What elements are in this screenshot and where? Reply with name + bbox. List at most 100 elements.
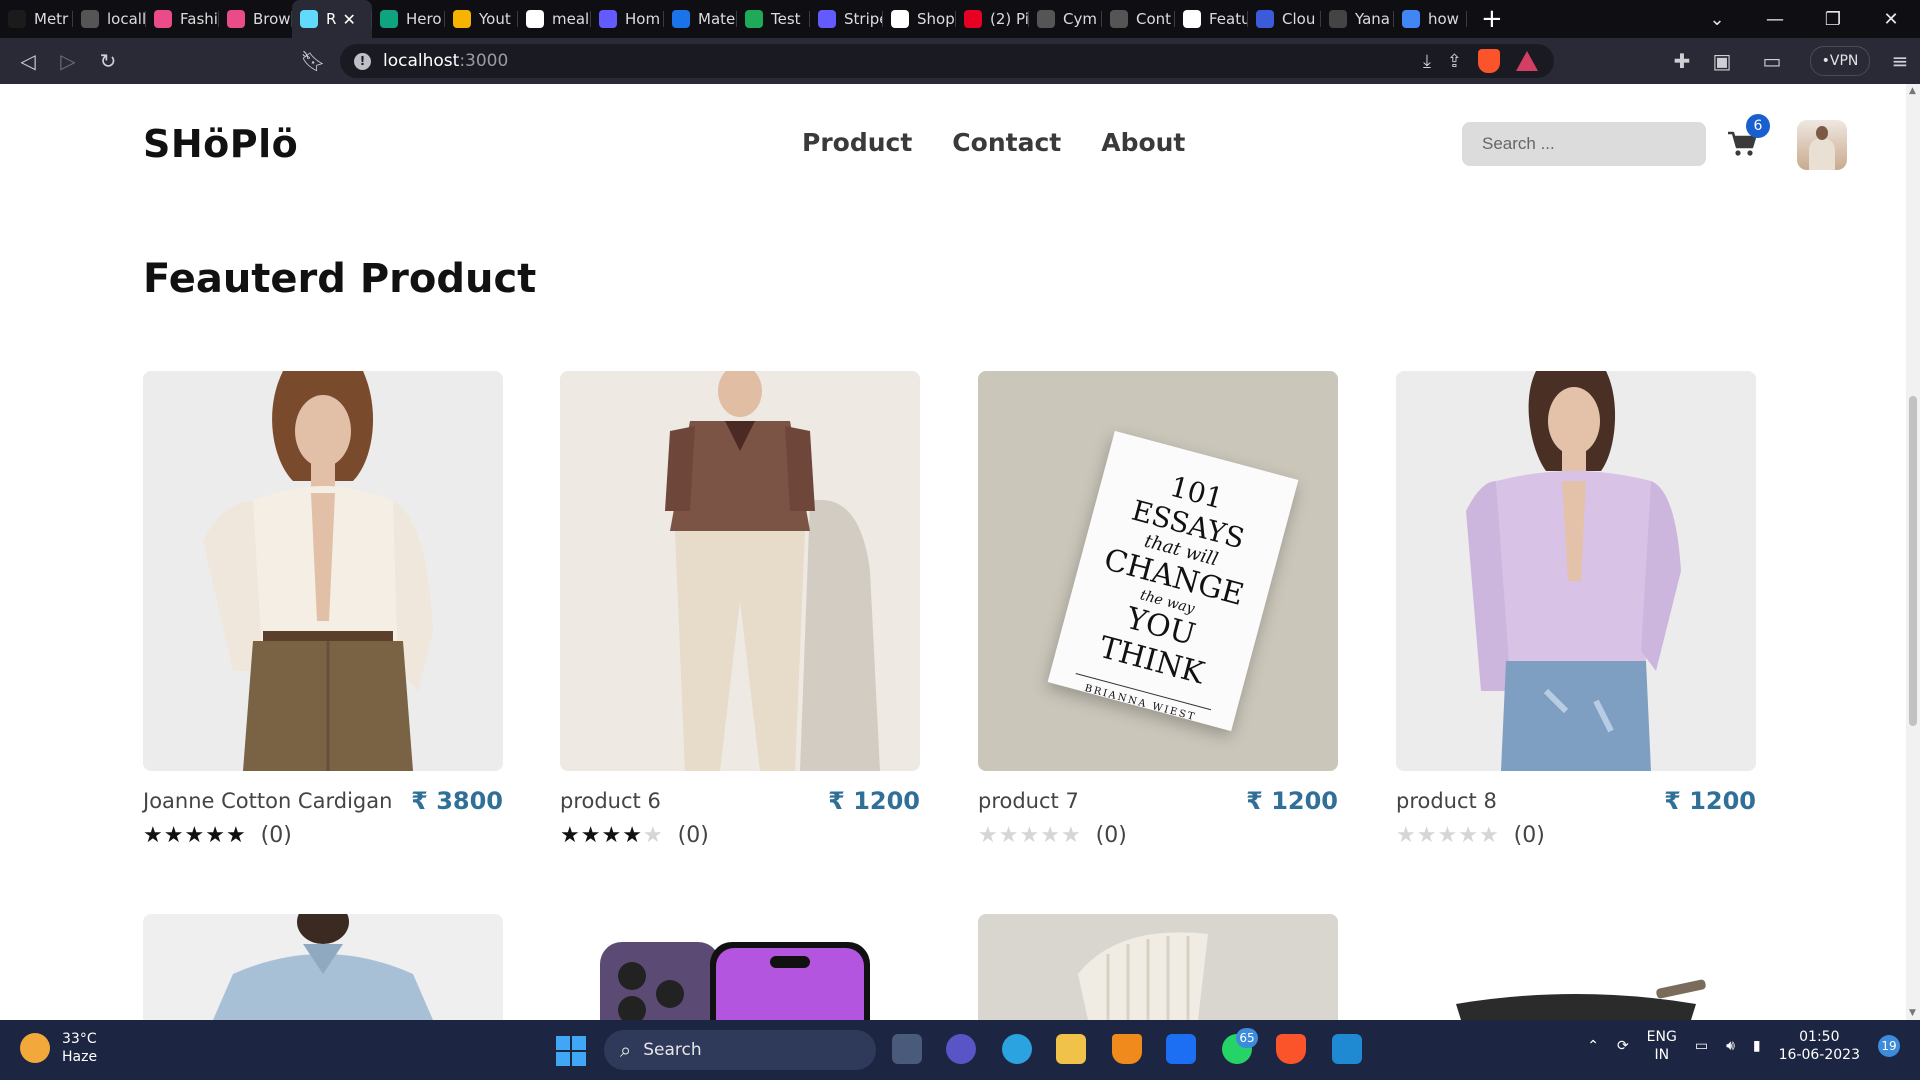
sync-icon[interactable]: ⟳ [1617, 1038, 1629, 1054]
file-explorer-icon[interactable] [1056, 1034, 1086, 1064]
tab-favicon-icon [526, 10, 544, 28]
product-name[interactable]: Joanne Cotton Cardigan [143, 789, 392, 813]
product-image-cardigan[interactable] [143, 371, 503, 771]
notification-badge[interactable]: 19 [1878, 1035, 1900, 1057]
sidebar-icon[interactable]: ▣ [1702, 49, 1742, 73]
tab-close-icon[interactable]: ✕ [342, 10, 355, 29]
show-hidden-icons-chevron-icon[interactable]: ⌃ [1587, 1038, 1599, 1054]
scrollbar-thumb[interactable] [1909, 396, 1917, 726]
system-clock[interactable]: 01:50 16-06-2023 [1779, 1028, 1860, 1064]
windows-start-icon[interactable] [556, 1036, 586, 1066]
telegram-icon[interactable] [1002, 1034, 1032, 1064]
product-card[interactable]: Joanne Cotton Cardigan ₹ 3800 ★★★★★ (0) [143, 371, 503, 848]
scroll-up-arrow-icon[interactable]: ▲ [1909, 86, 1916, 96]
star-filled-icon: ★ [205, 823, 226, 848]
language-indicator[interactable]: ENG IN [1647, 1028, 1677, 1064]
page-scrollbar[interactable]: ▲ ▼ [1906, 84, 1920, 1020]
browser-tab[interactable]: Yana [1321, 0, 1394, 38]
extensions-icon[interactable]: ✚ [1662, 49, 1702, 73]
taskbar-search[interactable]: ⌕ Search [604, 1030, 876, 1070]
vlc-icon[interactable] [1112, 1034, 1142, 1064]
browser-tab[interactable]: Metr [0, 0, 73, 38]
share-icon[interactable]: ⇪ [1447, 51, 1462, 72]
tab-favicon-icon [1183, 10, 1201, 28]
browser-tab[interactable]: Fashi [146, 0, 219, 38]
product-image-blue-shirt[interactable] [143, 914, 503, 1020]
reload-button[interactable]: ↻ [88, 49, 128, 73]
browser-tab[interactable]: Featu [1175, 0, 1248, 38]
dropbox-icon[interactable] [1166, 1034, 1196, 1064]
product-card[interactable]: product 8 ₹ 1200 ★★★★★ (0) [1396, 371, 1756, 848]
bookmark-icon[interactable]: 🔖︎ [293, 49, 333, 73]
browser-tab[interactable]: Test [737, 0, 810, 38]
browser-tab[interactable]: Cont [1102, 0, 1175, 38]
product-image-book[interactable]: 101 ESSAYS that will CHANGE the way YOU … [978, 371, 1338, 771]
scroll-down-arrow-icon[interactable]: ▼ [1909, 1008, 1916, 1018]
teams-icon[interactable] [946, 1034, 976, 1064]
tab-label: meal [552, 10, 590, 28]
back-button[interactable]: ◁ [8, 49, 48, 73]
close-window-button[interactable]: ✕ [1862, 9, 1920, 30]
product-name[interactable]: product 7 [978, 789, 1079, 813]
browser-tab[interactable]: (2) Pi [956, 0, 1029, 38]
product-image-pan[interactable] [1396, 914, 1756, 1020]
tab-label: Yout [479, 10, 511, 28]
browser-tab[interactable]: Cym [1029, 0, 1102, 38]
product-name[interactable]: product 6 [560, 789, 661, 813]
browser-tab[interactable]: Shop [883, 0, 956, 38]
product-card[interactable]: product 6 ₹ 1200 ★★★★★ (0) [560, 371, 920, 848]
wallet-icon[interactable]: ▭ [1752, 49, 1792, 73]
brave-browser-icon[interactable] [1276, 1034, 1306, 1064]
browser-tab[interactable]: locall [73, 0, 146, 38]
network-icon[interactable]: ▭ [1695, 1038, 1708, 1054]
forward-button[interactable]: ▷ [48, 49, 88, 73]
browser-tab[interactable]: Yout [445, 0, 518, 38]
browser-tab[interactable]: Clou [1248, 0, 1321, 38]
task-view-icon[interactable] [892, 1034, 922, 1064]
avatar[interactable] [1797, 120, 1847, 170]
product-rating: ★★★★★ (0) [978, 823, 1338, 848]
weather-widget[interactable]: 33°C Haze [20, 1030, 97, 1066]
star-filled-icon: ★ [184, 823, 206, 848]
browser-tab[interactable]: R ✕ [292, 0, 372, 38]
browser-tab[interactable]: Hero [372, 0, 445, 38]
install-icon[interactable]: ⤓ [1423, 51, 1431, 72]
product-image-vase[interactable] [978, 914, 1338, 1020]
browser-tab[interactable]: meal [518, 0, 591, 38]
product-image-polo[interactable] [560, 371, 920, 771]
tab-search-chevron-icon[interactable]: ⌄ [1688, 9, 1746, 30]
brave-shields-icon[interactable] [1478, 49, 1500, 73]
product-name[interactable]: product 8 [1396, 789, 1497, 813]
nav-product[interactable]: Product [802, 128, 912, 157]
product-image-iphone[interactable] [560, 914, 920, 1020]
new-tab-button[interactable]: + [1481, 4, 1503, 34]
brave-rewards-icon[interactable] [1516, 51, 1538, 71]
cart-count-badge: 6 [1746, 114, 1770, 138]
browser-tab[interactable]: Brow [219, 0, 292, 38]
menu-icon[interactable]: ≡ [1880, 49, 1920, 73]
browser-tab[interactable]: how [1394, 0, 1467, 38]
battery-icon[interactable]: ▮ [1753, 1038, 1761, 1054]
tab-label: Shop [917, 10, 955, 28]
restore-button[interactable]: ❐ [1804, 9, 1862, 30]
product-card[interactable]: 101 ESSAYS that will CHANGE the way YOU … [978, 371, 1338, 848]
star-empty-icon: ★ [1060, 823, 1082, 848]
vscode-icon[interactable] [1332, 1034, 1362, 1064]
star-empty-icon: ★ [998, 823, 1020, 848]
browser-toolbar: ◁ ▷ ↻ 🔖︎ ! localhost:3000 ⤓ ⇪ ✚ ▣ ▭ • VP… [0, 38, 1920, 84]
star-filled-icon: ★ [560, 823, 581, 848]
nav-contact[interactable]: Contact [952, 128, 1061, 157]
browser-tab[interactable]: Mate [664, 0, 737, 38]
search-input[interactable] [1462, 122, 1706, 166]
product-image-lilac-cardigan[interactable] [1396, 371, 1756, 771]
minimize-button[interactable]: — [1746, 9, 1804, 30]
vpn-button[interactable]: • VPN [1810, 46, 1870, 76]
site-logo[interactable]: SHöPlö [143, 122, 298, 166]
url-text[interactable]: localhost:3000 [383, 51, 508, 71]
browser-tab[interactable]: Stripe [810, 0, 883, 38]
nav-about[interactable]: About [1101, 128, 1185, 157]
site-info-icon[interactable]: ! [354, 52, 371, 70]
address-bar[interactable]: ! localhost:3000 ⤓ ⇪ [340, 44, 1554, 78]
volume-icon[interactable]: 🔊︎ [1726, 1038, 1735, 1054]
browser-tab[interactable]: Hom [591, 0, 664, 38]
